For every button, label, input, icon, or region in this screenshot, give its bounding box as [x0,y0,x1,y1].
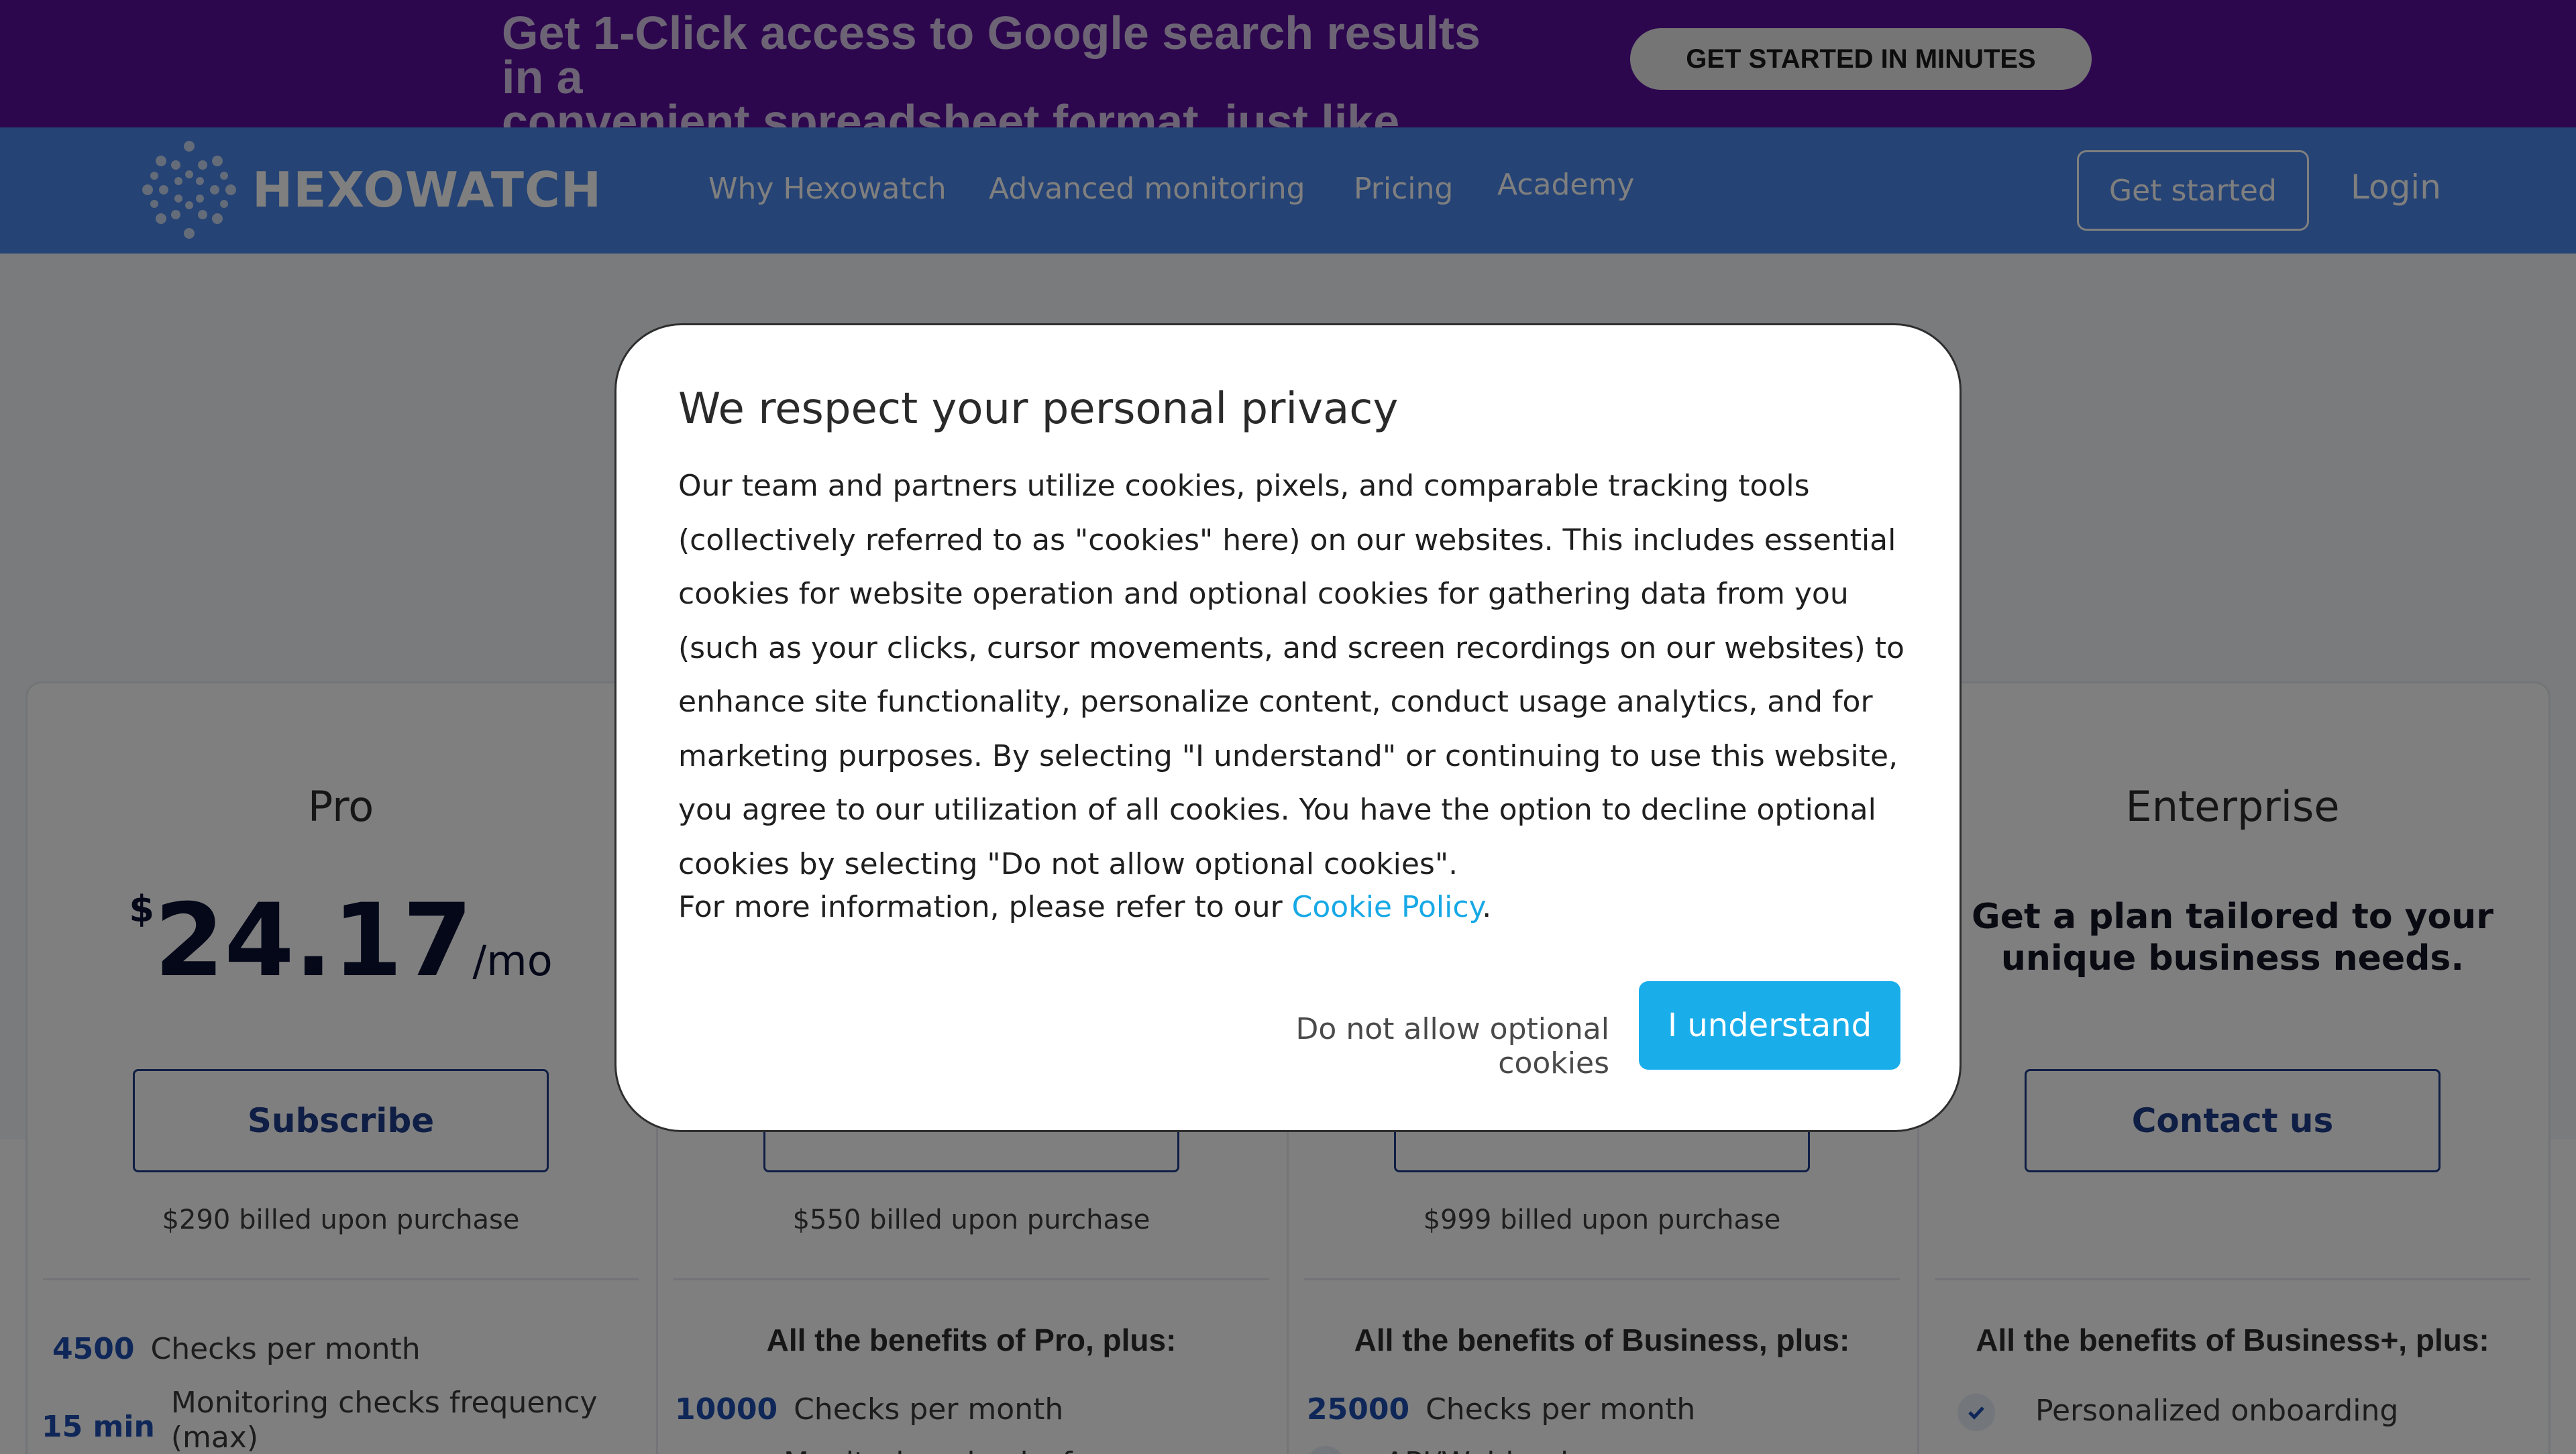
more-info-prefix: For more information, please refer to ou… [678,890,1292,924]
cookie-consent-modal: We respect your personal privacy Our tea… [614,323,1962,1132]
more-info-suffix: . [1482,890,1492,924]
accept-cookies-button[interactable]: I understand [1639,981,1900,1070]
modal-title: We respect your personal privacy [678,384,1399,434]
decline-optional-cookies-button[interactable]: Do not allow optional cookies [1193,1012,1609,1080]
modal-more-info: For more information, please refer to ou… [678,890,1491,924]
modal-body: Our team and partners utilize cookies, p… [678,469,1904,881]
cookie-policy-link[interactable]: Cookie Policy [1292,890,1483,924]
